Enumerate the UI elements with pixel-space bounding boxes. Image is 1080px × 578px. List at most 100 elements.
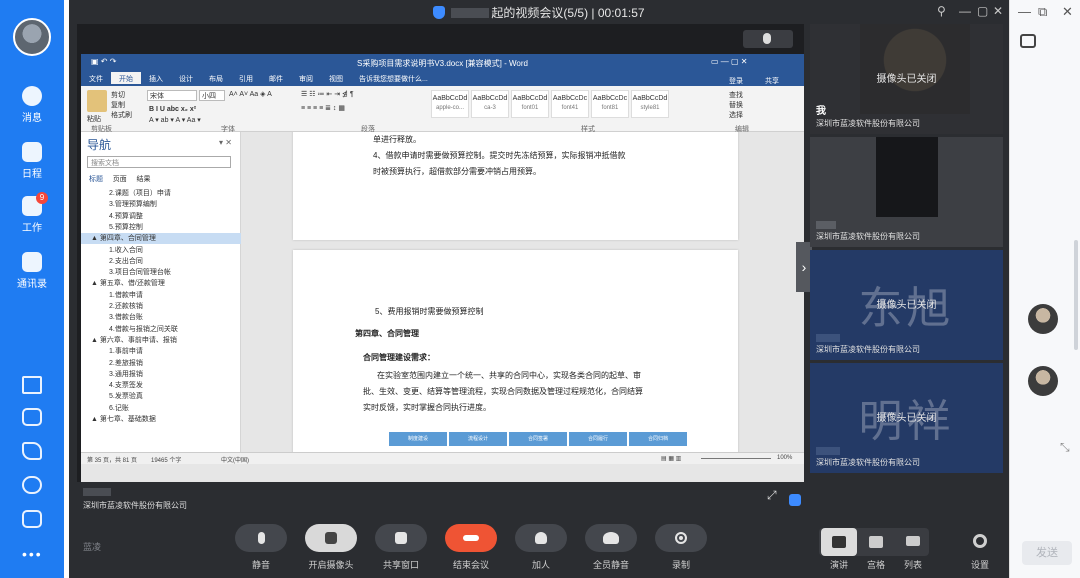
style-option[interactable]: AaBbCcDd style81: [631, 90, 669, 118]
sidebar-item-work[interactable]: 9 工作: [0, 192, 64, 238]
search-input[interactable]: 搜索文档: [87, 156, 231, 168]
tab-review[interactable]: 审阅: [291, 72, 321, 84]
minimize-icon[interactable]: —: [959, 4, 971, 18]
video-tile-self[interactable]: 摄像头已关闭 我 深圳市蓝凌软件股份有限公司: [810, 24, 1003, 134]
share-button[interactable]: 共享: [757, 74, 787, 86]
nav-tree-item[interactable]: 2.差旅报销: [81, 358, 241, 369]
replace-button[interactable]: 替换: [729, 100, 743, 110]
view-buttons[interactable]: ▤ ▦ ▥: [661, 455, 681, 462]
tab-references[interactable]: 引用: [231, 72, 261, 84]
list-buttons[interactable]: ☰ ☷ ≔ ⇤ ⇥ ⋬ ¶: [301, 90, 354, 98]
nav-tree-item[interactable]: 1.收入合同: [81, 245, 241, 256]
user-avatar[interactable]: [13, 18, 51, 56]
nav-tree-item[interactable]: 5.发票验真: [81, 391, 241, 402]
nav-tree-item[interactable]: 2.还款核销: [81, 301, 241, 312]
nav-tree-item[interactable]: 3.管理预算编制: [81, 199, 241, 210]
sign-in-link[interactable]: 登录: [721, 74, 751, 86]
select-button[interactable]: 选择: [729, 110, 743, 120]
video-tile[interactable]: 深圳市蓝凌软件股份有限公司: [810, 137, 1003, 247]
style-option[interactable]: AaBbCcDc font41: [551, 90, 589, 118]
nav-tree-item[interactable]: 3.借款台账: [81, 312, 241, 323]
minimize-icon[interactable]: —: [1018, 4, 1031, 19]
close-icon[interactable]: ✕: [993, 4, 1003, 18]
tab-design[interactable]: 设计: [171, 72, 201, 84]
tab-file[interactable]: 文件: [81, 72, 111, 84]
camera-button[interactable]: [305, 524, 357, 552]
style-option[interactable]: AaBbCcDd apple-co...: [431, 90, 469, 118]
nav-tree-item[interactable]: 3.项目合同管理台帐: [81, 267, 241, 278]
nav-tree-item[interactable]: 4.借款与报销之间关联: [81, 324, 241, 335]
box-icon[interactable]: [22, 408, 42, 426]
more-icon[interactable]: •••: [22, 546, 43, 562]
align-buttons[interactable]: ≡ ≡ ≡ ≡ ≣ ↕ ▦: [301, 104, 345, 112]
record-button[interactable]: [655, 524, 707, 552]
find-button[interactable]: 查找: [729, 90, 743, 100]
close-icon[interactable]: ✕: [1062, 4, 1073, 20]
style-option[interactable]: AaBbCcDd ca-3: [471, 90, 509, 118]
cloud-icon[interactable]: [22, 476, 42, 494]
font-format-buttons[interactable]: B I U abc x₂ x²: [149, 106, 196, 113]
nav-tree-item[interactable]: 4.支票签发: [81, 380, 241, 391]
restore-icon[interactable]: ⧉: [1038, 4, 1047, 20]
add-person-button[interactable]: [515, 524, 567, 552]
tab-home[interactable]: 开始: [111, 72, 141, 84]
nav-tree-item[interactable]: 1.借款申请: [81, 290, 241, 301]
gear-icon[interactable]: [973, 534, 987, 548]
video-tile[interactable]: 明祥 摄像头已关闭 深圳市蓝凌软件股份有限公司: [810, 363, 1003, 473]
tell-me-box[interactable]: 告诉我您想要做什么...: [351, 72, 436, 84]
copy-button[interactable]: 复制: [111, 100, 125, 110]
tab-headings[interactable]: 标题: [89, 176, 103, 183]
mail-icon[interactable]: [22, 510, 42, 528]
word-scrollbar[interactable]: [781, 132, 804, 452]
send-button[interactable]: 发送: [1022, 541, 1072, 565]
nav-tree-item[interactable]: 1.事前申请: [81, 346, 241, 357]
font-size-select[interactable]: 小四: [199, 90, 225, 101]
tab-layout[interactable]: 布局: [201, 72, 231, 84]
style-option[interactable]: AaBbCcDd font01: [511, 90, 549, 118]
tab-insert[interactable]: 插入: [141, 72, 171, 84]
share-window-button[interactable]: [375, 524, 427, 552]
pin-icon[interactable]: ⚲: [937, 4, 946, 18]
video-call-icon[interactable]: [1020, 34, 1036, 48]
nav-tree-item[interactable]: ▲ 第四章、合同管理: [81, 233, 241, 245]
zoom-slider[interactable]: [701, 458, 771, 459]
tab-mailings[interactable]: 邮件: [261, 72, 291, 84]
sidebar-item-calendar[interactable]: 日程: [0, 140, 64, 184]
nav-tree-item[interactable]: 3.通用报销: [81, 369, 241, 380]
word-window-controls[interactable]: ▭ — ▢ ✕: [711, 57, 748, 66]
font-size-controls[interactable]: A˄ A˅ Aa ◈ A: [229, 90, 272, 98]
tab-results[interactable]: 结果: [136, 176, 150, 183]
cut-button[interactable]: 剪切: [111, 90, 125, 100]
mute-button[interactable]: [235, 524, 287, 552]
scrollbar[interactable]: [1074, 240, 1078, 350]
video-tile[interactable]: 东旭 摄像头已关闭 深圳市蓝凌软件股份有限公司: [810, 250, 1003, 360]
nav-tree-item[interactable]: ▲ 第七章、基础数据: [81, 414, 241, 425]
speaker-layout-button[interactable]: [821, 528, 857, 556]
tab-view[interactable]: 视图: [321, 72, 351, 84]
format-painter-button[interactable]: 格式刷: [111, 110, 132, 120]
expand-icon[interactable]: ⤢: [767, 488, 777, 503]
sidebar-item-messages[interactable]: 消息: [0, 84, 64, 128]
nav-tree-item[interactable]: 6.记账: [81, 403, 241, 414]
close-icon[interactable]: ▾ ✕: [219, 138, 232, 147]
chat-icon[interactable]: [789, 494, 801, 506]
nav-tree-item[interactable]: 4.预算调整: [81, 211, 241, 222]
nav-tree-item[interactable]: 2.课题（项目）申请: [81, 188, 241, 199]
nav-tree-item[interactable]: ▲ 第六章、事前申请、报销: [81, 335, 241, 346]
end-meeting-button[interactable]: [445, 524, 497, 552]
style-option[interactable]: AaBbCcDc font81: [591, 90, 629, 118]
font-color-buttons[interactable]: A ▾ ab ▾ A ▾ Aa ▾: [149, 116, 201, 124]
expand-icon[interactable]: ⤡: [1060, 440, 1070, 455]
lightning-icon[interactable]: [22, 376, 42, 394]
paste-icon[interactable]: [87, 90, 107, 112]
mute-all-button[interactable]: [585, 524, 637, 552]
nav-tree-item[interactable]: ▲ 第五章、借/还款管理: [81, 278, 241, 289]
nav-tree-item[interactable]: 2.支出合同: [81, 256, 241, 267]
tab-pages[interactable]: 页面: [113, 176, 127, 183]
sidebar-item-contacts[interactable]: 通讯录: [0, 250, 64, 294]
maximize-icon[interactable]: ▢: [977, 4, 988, 18]
phone-icon[interactable]: [22, 442, 42, 460]
list-layout-button[interactable]: [895, 528, 931, 556]
font-name-select[interactable]: 宋体: [147, 90, 197, 101]
grid-layout-button[interactable]: [858, 528, 894, 556]
